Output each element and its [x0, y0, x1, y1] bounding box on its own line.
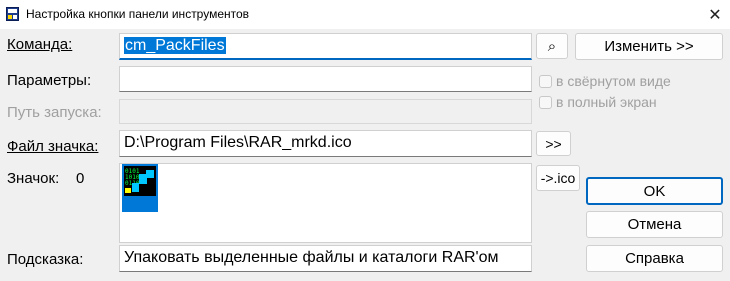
close-icon: ✕	[708, 6, 722, 24]
params-input[interactable]	[119, 66, 532, 92]
window-title: Настройка кнопки панели инструментов	[26, 7, 250, 21]
iconfile-input[interactable]: D:\Program Files\RAR_mrkd.ico	[119, 130, 532, 157]
icon-label: Значок:	[7, 170, 59, 187]
browse-icon-button[interactable]: >>	[536, 131, 571, 156]
cancel-button[interactable]: Отмена	[586, 211, 723, 238]
icon-list[interactable]: 0101 1010 0110	[119, 163, 532, 243]
command-input[interactable]: cm_PackFiles	[119, 33, 532, 60]
app-icon	[6, 7, 19, 21]
title-bar: Настройка кнопки панели инструментов ✕	[0, 0, 730, 29]
tooltip-input[interactable]: Упаковать выделенные файлы и каталоги RA…	[119, 245, 532, 272]
tooltip-label: Подсказка:	[7, 251, 83, 268]
fullscreen-checkbox[interactable]: в полный экран	[539, 94, 657, 110]
iconfile-label: Файл значка:	[7, 138, 98, 155]
rar-archive-icon[interactable]: 0101 1010 0110	[122, 164, 158, 212]
fullscreen-checkbox-label: в полный экран	[556, 94, 657, 110]
icon-label-text: Значок:	[7, 170, 60, 187]
search-icon: ⌕	[547, 37, 557, 55]
minimized-checkbox-label: в свёрнутом виде	[556, 73, 671, 89]
fullscreen-checkbox-box[interactable]	[539, 95, 552, 109]
command-label-text: Команда:	[7, 36, 73, 53]
change-button[interactable]: Изменить >>	[575, 33, 723, 60]
command-value: cm_PackFiles	[124, 37, 226, 54]
tooltip-label-text: Подсказка:	[7, 251, 84, 268]
startpath-input	[119, 99, 532, 124]
minimized-checkbox-box[interactable]	[539, 74, 552, 88]
to-ico-button[interactable]: ->.ico	[536, 165, 580, 191]
command-label: Команда:	[7, 36, 72, 53]
params-label: Параметры:	[7, 72, 92, 89]
help-button[interactable]: Справка	[586, 245, 723, 272]
iconfile-label-text: Файл значка:	[7, 138, 99, 155]
minimized-checkbox[interactable]: в свёрнутом виде	[539, 73, 671, 89]
startpath-label: Путь запуска:	[7, 104, 102, 121]
ok-button[interactable]: OK	[586, 177, 723, 205]
close-button[interactable]: ✕	[700, 0, 730, 29]
search-command-button[interactable]: ⌕	[536, 33, 568, 59]
icon-index: 0	[76, 170, 85, 187]
